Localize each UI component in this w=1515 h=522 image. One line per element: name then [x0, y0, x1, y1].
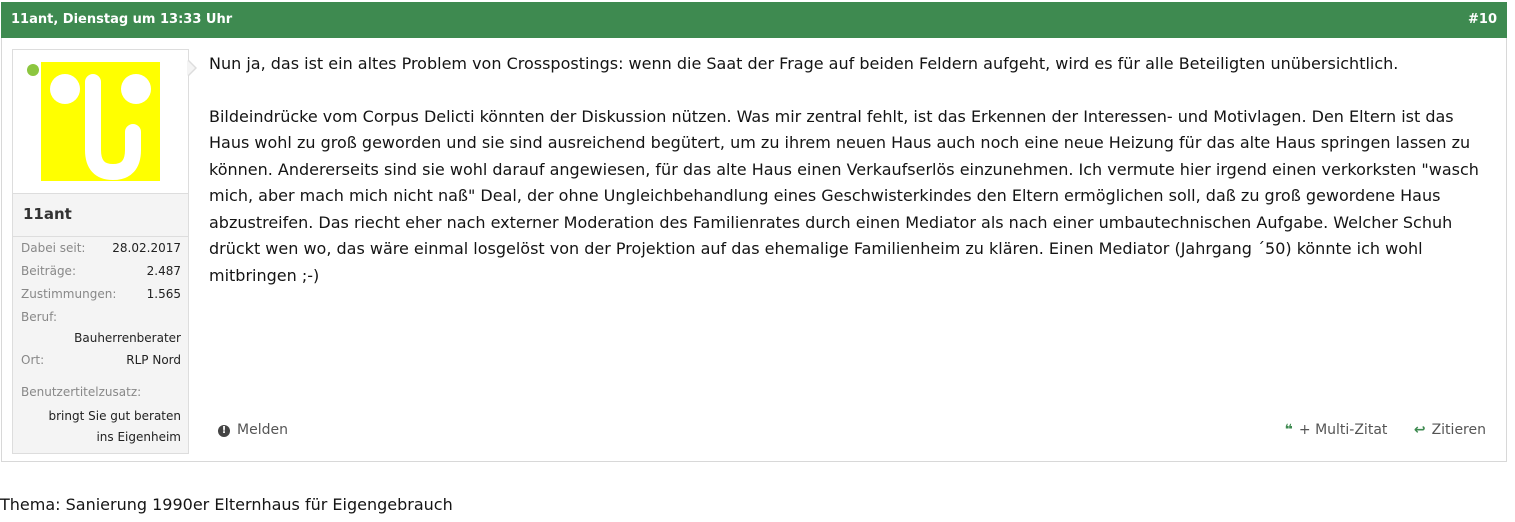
- avatar-container: [13, 50, 188, 193]
- stat-value: RLP Nord: [126, 353, 181, 367]
- quote-icon: ❝: [1284, 422, 1293, 438]
- stat-value: 28.02.2017: [112, 241, 181, 255]
- post-actions-left: ! Melden: [218, 422, 288, 438]
- multi-quote-button[interactable]: ❝ + Multi-Zitat: [1285, 422, 1388, 438]
- multi-quote-label: + Multi-Zitat: [1298, 422, 1388, 438]
- stat-row-posts: Beiträge: 2.487: [21, 264, 181, 287]
- stat-label: Dabei seit:: [21, 241, 86, 255]
- stat-value-link[interactable]: 2.487: [147, 264, 181, 278]
- message-paragraph: Bildeindrücke vom Corpus Delicti könnten…: [209, 106, 1479, 285]
- stat-value: bringt Sie gut beraten: [48, 409, 182, 423]
- quote-button[interactable]: ↩ Zitieren: [1414, 422, 1486, 438]
- stat-value: Bauherrenberater: [74, 331, 181, 345]
- stat-label: Beruf:: [21, 310, 57, 324]
- stat-label: Zustimmungen:: [21, 287, 117, 301]
- forum-post: 11ant, Dienstag um 13:33 Uhr #10 11ant D…: [1, 2, 1507, 462]
- report-button[interactable]: ! Melden: [218, 422, 288, 438]
- quote-label: Zitieren: [1431, 422, 1486, 438]
- post-header: 11ant, Dienstag um 13:33 Uhr #10: [1, 2, 1507, 38]
- stat-label: Beiträge:: [21, 264, 76, 278]
- stat-value: 1.565: [146, 287, 181, 301]
- stat-row-likes: Zustimmungen: 1.565: [21, 287, 181, 310]
- post-author-date[interactable]: 11ant, Dienstag um 13:33 Uhr: [11, 12, 232, 27]
- post-actions-right: ❝ + Multi-Zitat ↩ Zitieren: [1285, 422, 1486, 438]
- message-paragraph: Nun ja, das ist ein altes Problem von Cr…: [209, 54, 1399, 73]
- post-message: Nun ja, das ist ein altes Problem von Cr…: [209, 51, 1499, 315]
- thread-title: Thema: Sanierung 1990er Elternhaus für E…: [0, 495, 453, 514]
- online-status-icon: [27, 64, 39, 76]
- stat-row-place: Ort: RLP Nord: [21, 353, 181, 376]
- post-number[interactable]: #10: [1468, 12, 1497, 27]
- stat-label: Ort:: [21, 353, 45, 367]
- report-label: Melden: [237, 422, 288, 438]
- stat-row-since: Dabei seit: 28.02.2017: [21, 241, 181, 264]
- stat-label: Benutzertitelzusatz:: [21, 385, 142, 399]
- avatar[interactable]: [41, 62, 160, 181]
- stat-row-job: Beruf:: [21, 310, 181, 331]
- user-stats: Dabei seit: 28.02.2017 Beiträge: 2.487 Z…: [21, 241, 181, 448]
- username[interactable]: 11ant: [13, 193, 188, 237]
- stat-value: ins Eigenheim: [96, 430, 181, 444]
- exclamation-icon: !: [218, 425, 230, 437]
- message-arrow: [187, 59, 197, 77]
- reply-icon: ↩: [1413, 422, 1426, 438]
- user-sidebar: 11ant Dabei seit: 28.02.2017 Beiträge: 2…: [12, 49, 189, 454]
